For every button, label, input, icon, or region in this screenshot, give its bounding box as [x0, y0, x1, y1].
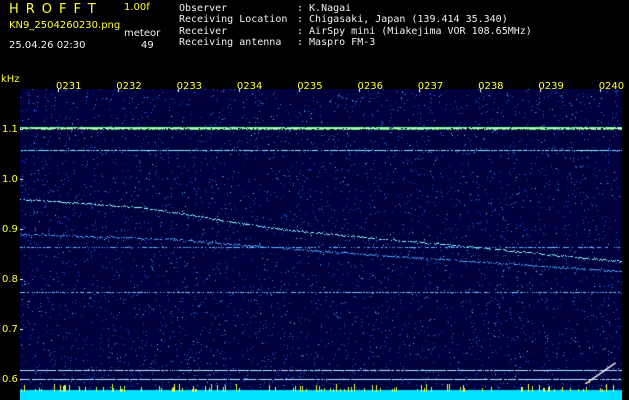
app-title: HROFFT — [9, 2, 103, 17]
y-tick-label: 0.9 — [2, 224, 18, 235]
y-tick-label: 0.7 — [2, 324, 18, 335]
location-label: Receiving Location — [179, 14, 288, 25]
datetime-label: 25.04.26 02:30 — [9, 40, 86, 51]
receiver-label: Receiver — [179, 26, 228, 37]
observer-label: Observer — [179, 3, 228, 14]
y-axis-unit: kHz — [1, 74, 20, 85]
receiver-value: : AirSpy mini (Miakejima VOR 108.65MHz) — [297, 26, 532, 37]
location-value: : Chigasaki, Japan (139.414 35.340) — [297, 14, 508, 25]
y-tick-label: 0.8 — [2, 274, 18, 285]
y-tick-label: 1.0 — [2, 174, 18, 185]
antenna-value: : Maspro FM-3 — [297, 37, 376, 48]
y-tick-label: 1.1 — [2, 124, 18, 135]
count-label: 49 — [141, 40, 154, 51]
y-tick-label: 0.6 — [2, 374, 18, 385]
plot-type-label: meteor — [124, 28, 161, 39]
antenna-label: Receiving antenna — [179, 37, 282, 48]
observer-value: : K.Nagai — [297, 3, 352, 14]
spectrogram-plot[interactable] — [20, 89, 622, 400]
filename-label: KN9_2504260230.png — [9, 20, 121, 31]
version-label: 1.00f — [124, 2, 150, 13]
